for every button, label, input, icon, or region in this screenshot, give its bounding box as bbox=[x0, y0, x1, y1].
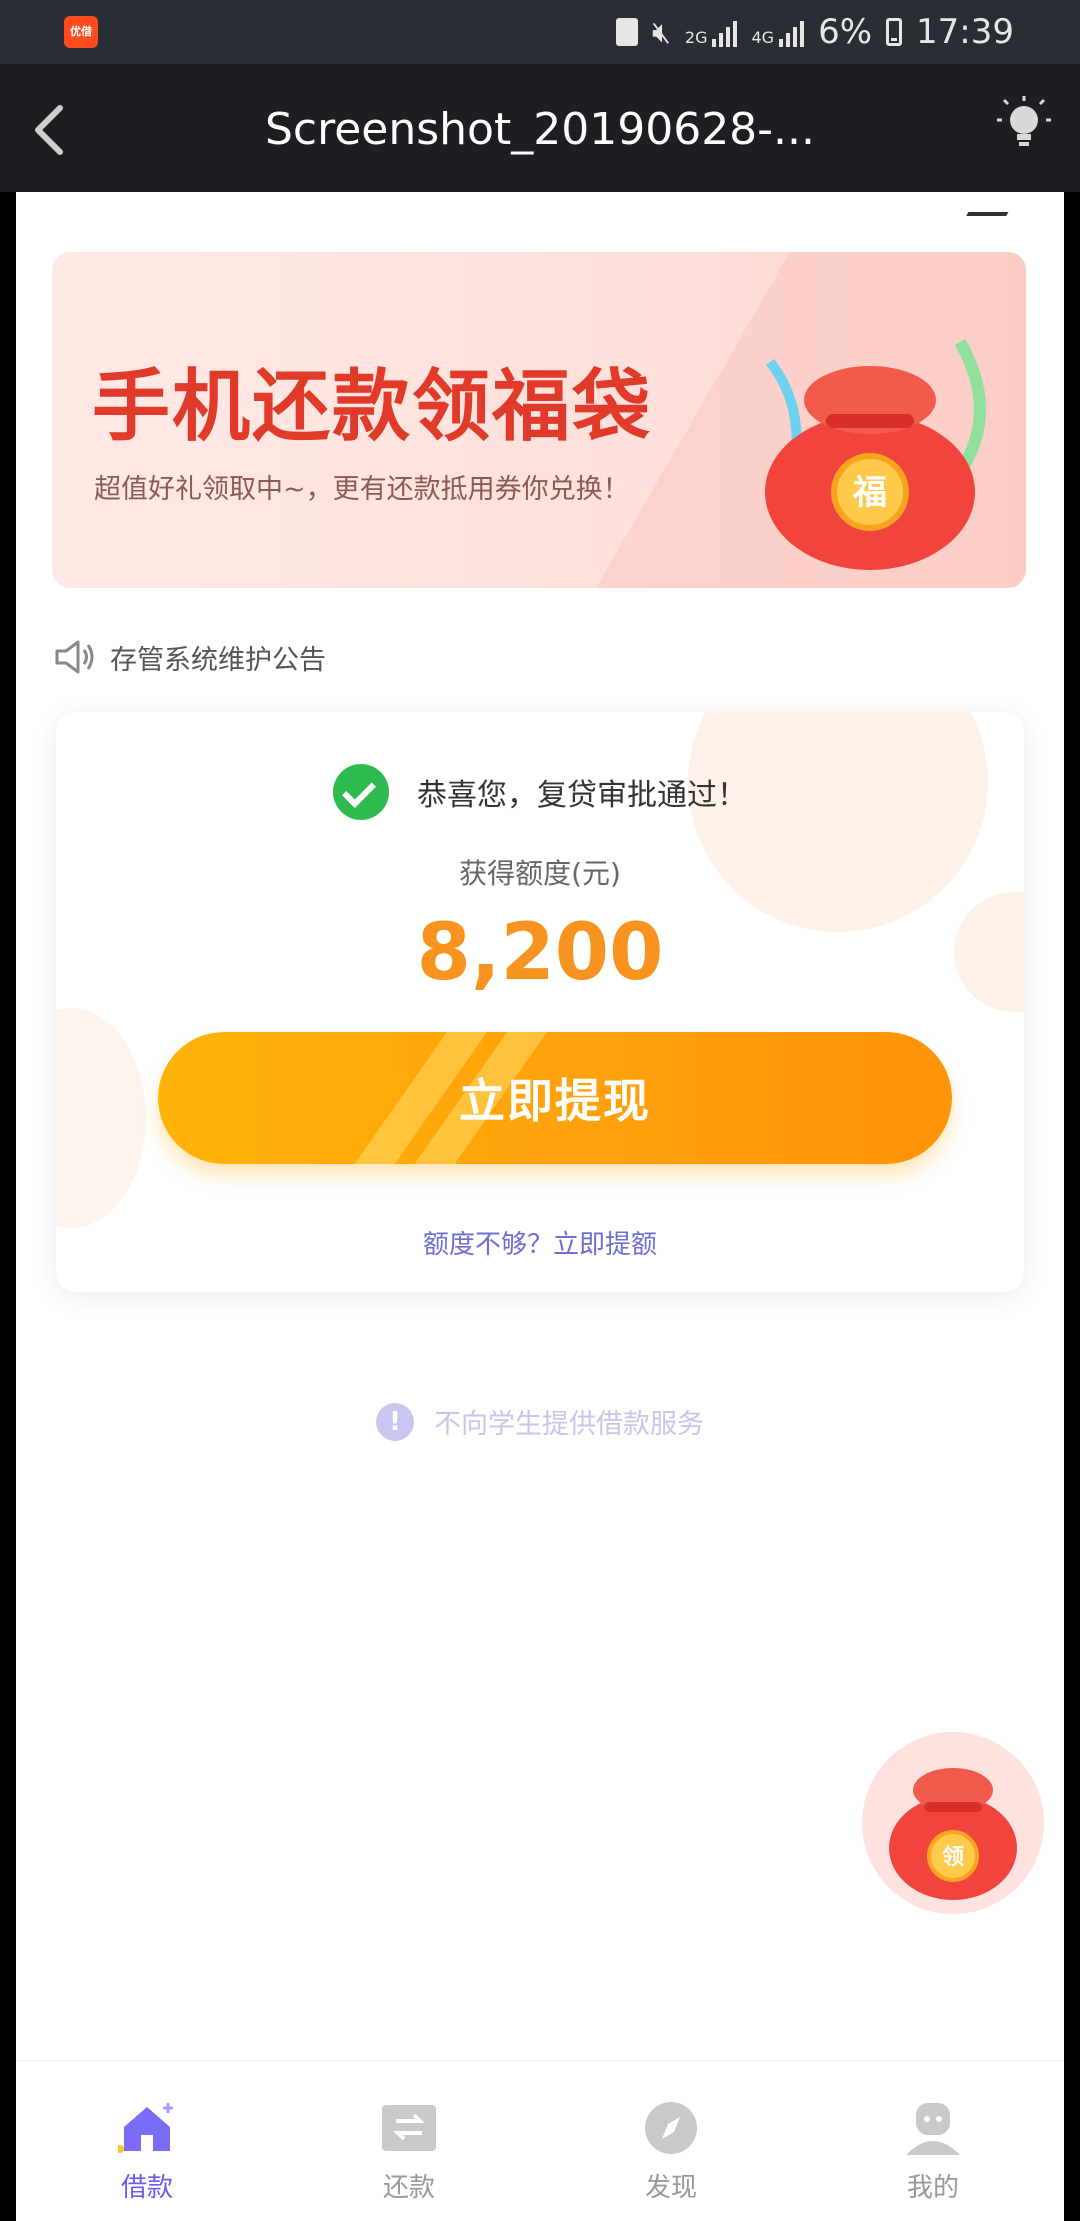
bottom-tab-bar: 借款 还款 发现 我的 bbox=[16, 2060, 1064, 2221]
lightbulb-icon[interactable] bbox=[994, 94, 1054, 154]
disclaimer-text: 不向学生提供借款服务 bbox=[434, 1409, 704, 1440]
credit-limit-amount: 8,200 bbox=[416, 908, 664, 998]
tab-repay[interactable]: 还款 bbox=[278, 2061, 540, 2221]
approval-text: 恭喜您，复贷审批通过！ bbox=[417, 778, 747, 813]
status-bar: 优借 🔇︎ 2G 4G 6% 17:39 bbox=[0, 0, 1080, 64]
tab-profile[interactable]: 我的 bbox=[802, 2061, 1064, 2221]
banner-title: 手机还款领福袋 bbox=[92, 362, 653, 452]
announcement-text: 存管系统维护公告 bbox=[110, 644, 326, 676]
approval-status: 恭喜您，复贷审批通过！ bbox=[56, 764, 1024, 820]
bag-char: 福 bbox=[852, 473, 887, 513]
tab-label: 发现 bbox=[644, 2173, 697, 2203]
battery-percent: 6% bbox=[818, 12, 873, 52]
check-icon bbox=[333, 764, 389, 820]
tab-label: 借款 bbox=[120, 2173, 173, 2203]
floating-lucky-bag-button[interactable]: 领 bbox=[862, 1732, 1044, 1914]
home-icon bbox=[118, 2103, 173, 2153]
info-icon: ! bbox=[376, 1402, 414, 1441]
signal-2g-icon: 2G bbox=[685, 17, 738, 47]
network-4g-label: 4G bbox=[751, 28, 775, 47]
mute-icon: 🔇︎ bbox=[652, 14, 671, 50]
network-2g-label: 2G bbox=[684, 28, 708, 47]
increase-limit-link[interactable]: 额度不够？立即提额 bbox=[56, 1224, 1024, 1261]
clock: 17:39 bbox=[916, 12, 1014, 52]
battery-icon bbox=[886, 18, 903, 46]
status-icons: 🔇︎ 2G 4G 6% 17:39 bbox=[616, 0, 1014, 64]
chevron-icon bbox=[966, 192, 1026, 216]
sim-icon bbox=[616, 18, 638, 46]
tab-discover[interactable]: 发现 bbox=[540, 2061, 802, 2221]
profile-icon bbox=[906, 2103, 960, 2155]
tab-label: 还款 bbox=[382, 2173, 435, 2203]
screenshot-frame-right bbox=[1064, 192, 1080, 2220]
card-decoration bbox=[688, 712, 988, 932]
withdraw-button-label: 立即提现 bbox=[459, 1075, 651, 1127]
credit-card-panel: 恭喜您，复贷审批通过！ 获得额度(元) 8,200 立即提现 额度不够？立即提额 bbox=[56, 712, 1024, 1292]
tab-borrow[interactable]: 借款 bbox=[16, 2061, 278, 2221]
app-page: 手机还款领福袋 超值好礼领取中~，更有还款抵用券你兑换！ 福 存管系统维护公告 … bbox=[16, 192, 1064, 2060]
compass-icon bbox=[645, 2102, 697, 2154]
lucky-bag-icon: 福 bbox=[765, 339, 986, 570]
screenshot-frame-left bbox=[0, 192, 16, 2220]
banner-subtitle: 超值好礼领取中~，更有还款抵用券你兑换！ bbox=[94, 474, 630, 505]
student-disclaimer: ! 不向学生提供借款服务 bbox=[16, 1402, 1064, 1441]
credit-limit-label: 获得额度(元) bbox=[459, 857, 621, 890]
signal-4g-icon: 4G bbox=[751, 17, 805, 47]
withdraw-button[interactable]: 立即提现 bbox=[158, 1032, 952, 1164]
tab-label: 我的 bbox=[906, 2173, 959, 2203]
viewer-top-bar: Screenshot_20190628-... bbox=[0, 64, 1080, 194]
promo-banner[interactable]: 手机还款领福袋 超值好礼领取中~，更有还款抵用券你兑换！ 福 bbox=[52, 252, 1026, 588]
speaker-icon bbox=[55, 640, 94, 674]
float-bag-char: 领 bbox=[942, 1844, 964, 1870]
viewer-title: Screenshot_20190628-... bbox=[264, 104, 816, 155]
repay-icon bbox=[382, 2105, 436, 2151]
announcement-bar[interactable]: 存管系统维护公告 bbox=[54, 632, 326, 682]
card-decoration bbox=[56, 1008, 146, 1228]
app-notification-icon: 优借 bbox=[64, 16, 98, 48]
